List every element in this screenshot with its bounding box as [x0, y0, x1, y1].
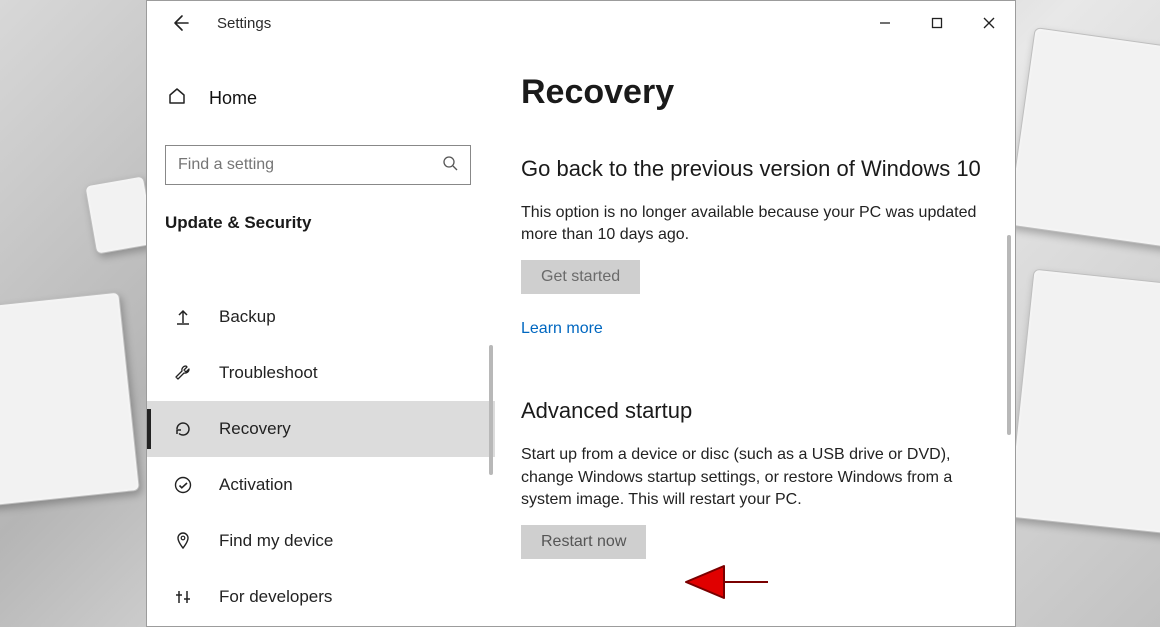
sidebar-item-backup[interactable]: Backup: [147, 289, 495, 345]
sidebar-item-label: Backup: [219, 307, 276, 327]
minimize-icon: [879, 17, 891, 29]
sidebar-section-heading: Update & Security: [165, 213, 495, 233]
arrow-left-icon: [170, 13, 190, 33]
advanced-heading: Advanced startup: [521, 396, 989, 426]
maximize-button[interactable]: [911, 2, 963, 44]
settings-window: Settings Home: [146, 0, 1016, 627]
location-icon: [171, 531, 195, 551]
sidebar-item-activation[interactable]: Activation: [147, 457, 495, 513]
checkmark-icon: [171, 475, 195, 495]
close-icon: [983, 17, 995, 29]
home-nav[interactable]: Home: [147, 73, 495, 123]
developers-icon: [171, 587, 195, 607]
sidebar-item-label: For developers: [219, 587, 332, 607]
window-title: Settings: [217, 15, 271, 32]
sidebar-item-windows-insider[interactable]: Windows Insider Program: [147, 625, 495, 626]
page-title: Recovery: [521, 73, 989, 112]
advanced-description: Start up from a device or disc (such as …: [521, 444, 989, 511]
search-box[interactable]: [165, 145, 471, 185]
sidebar-item-label: Activation: [219, 475, 293, 495]
backup-icon: [171, 307, 195, 327]
sidebar-item-find-my-device[interactable]: Find my device: [147, 513, 495, 569]
goback-heading: Go back to the previous version of Windo…: [521, 154, 989, 184]
search-input[interactable]: [178, 156, 442, 174]
sidebar-item-recovery[interactable]: Recovery: [147, 401, 495, 457]
recovery-icon: [171, 419, 195, 439]
home-icon: [167, 86, 187, 111]
goback-description: This option is no longer available becau…: [521, 202, 989, 247]
restart-now-button[interactable]: Restart now: [521, 525, 646, 559]
section-advanced-startup: Advanced startup Start up from a device …: [521, 396, 989, 559]
wrench-icon: [171, 363, 195, 383]
sidebar-nav: Backup Troubleshoot Recovery: [147, 289, 495, 626]
maximize-icon: [931, 17, 943, 29]
sidebar-item-label: Recovery: [219, 419, 291, 439]
titlebar: Settings: [147, 1, 1015, 45]
sidebar-item-label: Find my device: [219, 531, 333, 551]
learn-more-link[interactable]: Learn more: [521, 320, 603, 338]
sidebar-scrollbar[interactable]: [489, 345, 493, 475]
content-pane: Recovery Go back to the previous version…: [495, 45, 1015, 626]
search-icon: [442, 155, 458, 176]
minimize-button[interactable]: [859, 2, 911, 44]
back-button[interactable]: [165, 8, 195, 38]
close-button[interactable]: [963, 2, 1015, 44]
home-label: Home: [209, 88, 257, 109]
content-scrollbar[interactable]: [1007, 235, 1011, 435]
sidebar-item-for-developers[interactable]: For developers: [147, 569, 495, 625]
section-go-back: Go back to the previous version of Windo…: [521, 154, 989, 338]
sidebar-item-troubleshoot[interactable]: Troubleshoot: [147, 345, 495, 401]
sidebar: Home Update & Security Backup: [147, 45, 495, 626]
sidebar-item-label: Troubleshoot: [219, 363, 318, 383]
get-started-button[interactable]: Get started: [521, 260, 640, 294]
